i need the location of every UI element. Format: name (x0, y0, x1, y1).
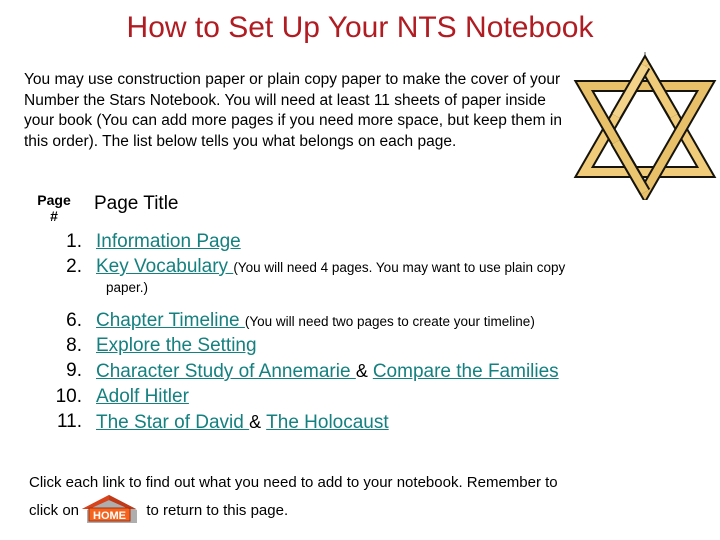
page-link[interactable]: The Holocaust (266, 412, 389, 433)
table-row: 1. Information Page (24, 230, 704, 254)
row-page-number: 1. (66, 231, 82, 252)
footer-line-2: click on HOME to return to this page. (29, 494, 679, 524)
header-page-number-line2: # (50, 208, 58, 224)
row-link-separator: & (249, 412, 267, 432)
row-note: (You will need 4 pages. You may want to … (233, 260, 566, 275)
row-page-title-cell: The Star of David & The Holocaust (84, 410, 389, 435)
page-link[interactable]: Explore the Setting (96, 335, 257, 356)
row-link-separator: & (355, 361, 373, 381)
star-of-david-icon (573, 52, 717, 200)
page-list-rows: 1. Information Page 2. Key Vocabulary (You … (24, 230, 704, 435)
star-of-david-image (573, 52, 718, 200)
row-page-title-cell: Explore the Setting (84, 334, 257, 358)
footer-instructions: Click each link to find out what you nee… (29, 471, 679, 524)
row-note: (You will need two pages to create your … (244, 314, 535, 329)
row-page-number: 9. (66, 360, 82, 381)
page-link[interactable]: Chapter Timeline (96, 310, 245, 331)
table-row: 6. Chapter Timeline (You will need two pa… (24, 309, 704, 333)
page-title: How to Set Up Your NTS Notebook (126, 11, 594, 44)
page-link[interactable]: Key Vocabulary (96, 256, 233, 277)
table-row: 2. Key Vocabulary (You will need 4 pages.… (24, 255, 704, 279)
row-page-title-cell: Character Study of Annemarie & Compare t… (84, 359, 559, 384)
home-icon-label: HOME (93, 510, 126, 522)
page-list-header: Page # Page Title (24, 192, 704, 224)
header-page-title: Page Title (94, 193, 179, 214)
page-link[interactable]: The Star of David (96, 412, 249, 433)
row-page-number: 6. (66, 310, 82, 331)
header-page-number: Page # (24, 192, 84, 224)
page-link[interactable]: Character Study of Annemarie (96, 361, 356, 382)
table-row: 9. Character Study of Annemarie & Compare… (24, 359, 704, 384)
row-page-number: 10. (55, 386, 82, 407)
page-link[interactable]: Compare the Families (373, 361, 559, 382)
footer-line-2-before: click on (29, 502, 80, 519)
footer-line-2-after: to return to this page. (146, 502, 289, 519)
page-link[interactable]: Information Page (96, 231, 241, 252)
row-page-title-cell: Chapter Timeline (You will need two page… (84, 309, 535, 333)
table-row: 11. The Star of David & The Holocaust (24, 410, 704, 435)
home-button-icon[interactable]: HOME (79, 494, 141, 524)
row-page-number: 2. (66, 256, 82, 277)
intro-paragraph: You may use construction paper or plain … (24, 71, 562, 150)
table-row: 8. Explore the Setting (24, 334, 704, 358)
row-page-title-cell: Adolf Hitler (84, 385, 189, 409)
table-row: 10. Adolf Hitler (24, 385, 704, 409)
header-page-number-line1: Page (37, 192, 71, 208)
footer-line-1: Click each link to find out what you nee… (29, 474, 558, 491)
row-page-number: 11. (56, 411, 82, 432)
row-page-number: 8. (66, 335, 82, 356)
page-link[interactable]: Adolf Hitler (96, 386, 189, 407)
row-note-continuation: paper.) (106, 280, 149, 295)
row-page-title-cell: Information Page (84, 230, 241, 254)
page-list: Page # Page Title 1. Information Page 2. Ke… (24, 192, 704, 436)
row-page-title-cell: Key Vocabulary (You will need 4 pages. Y… (84, 255, 565, 279)
